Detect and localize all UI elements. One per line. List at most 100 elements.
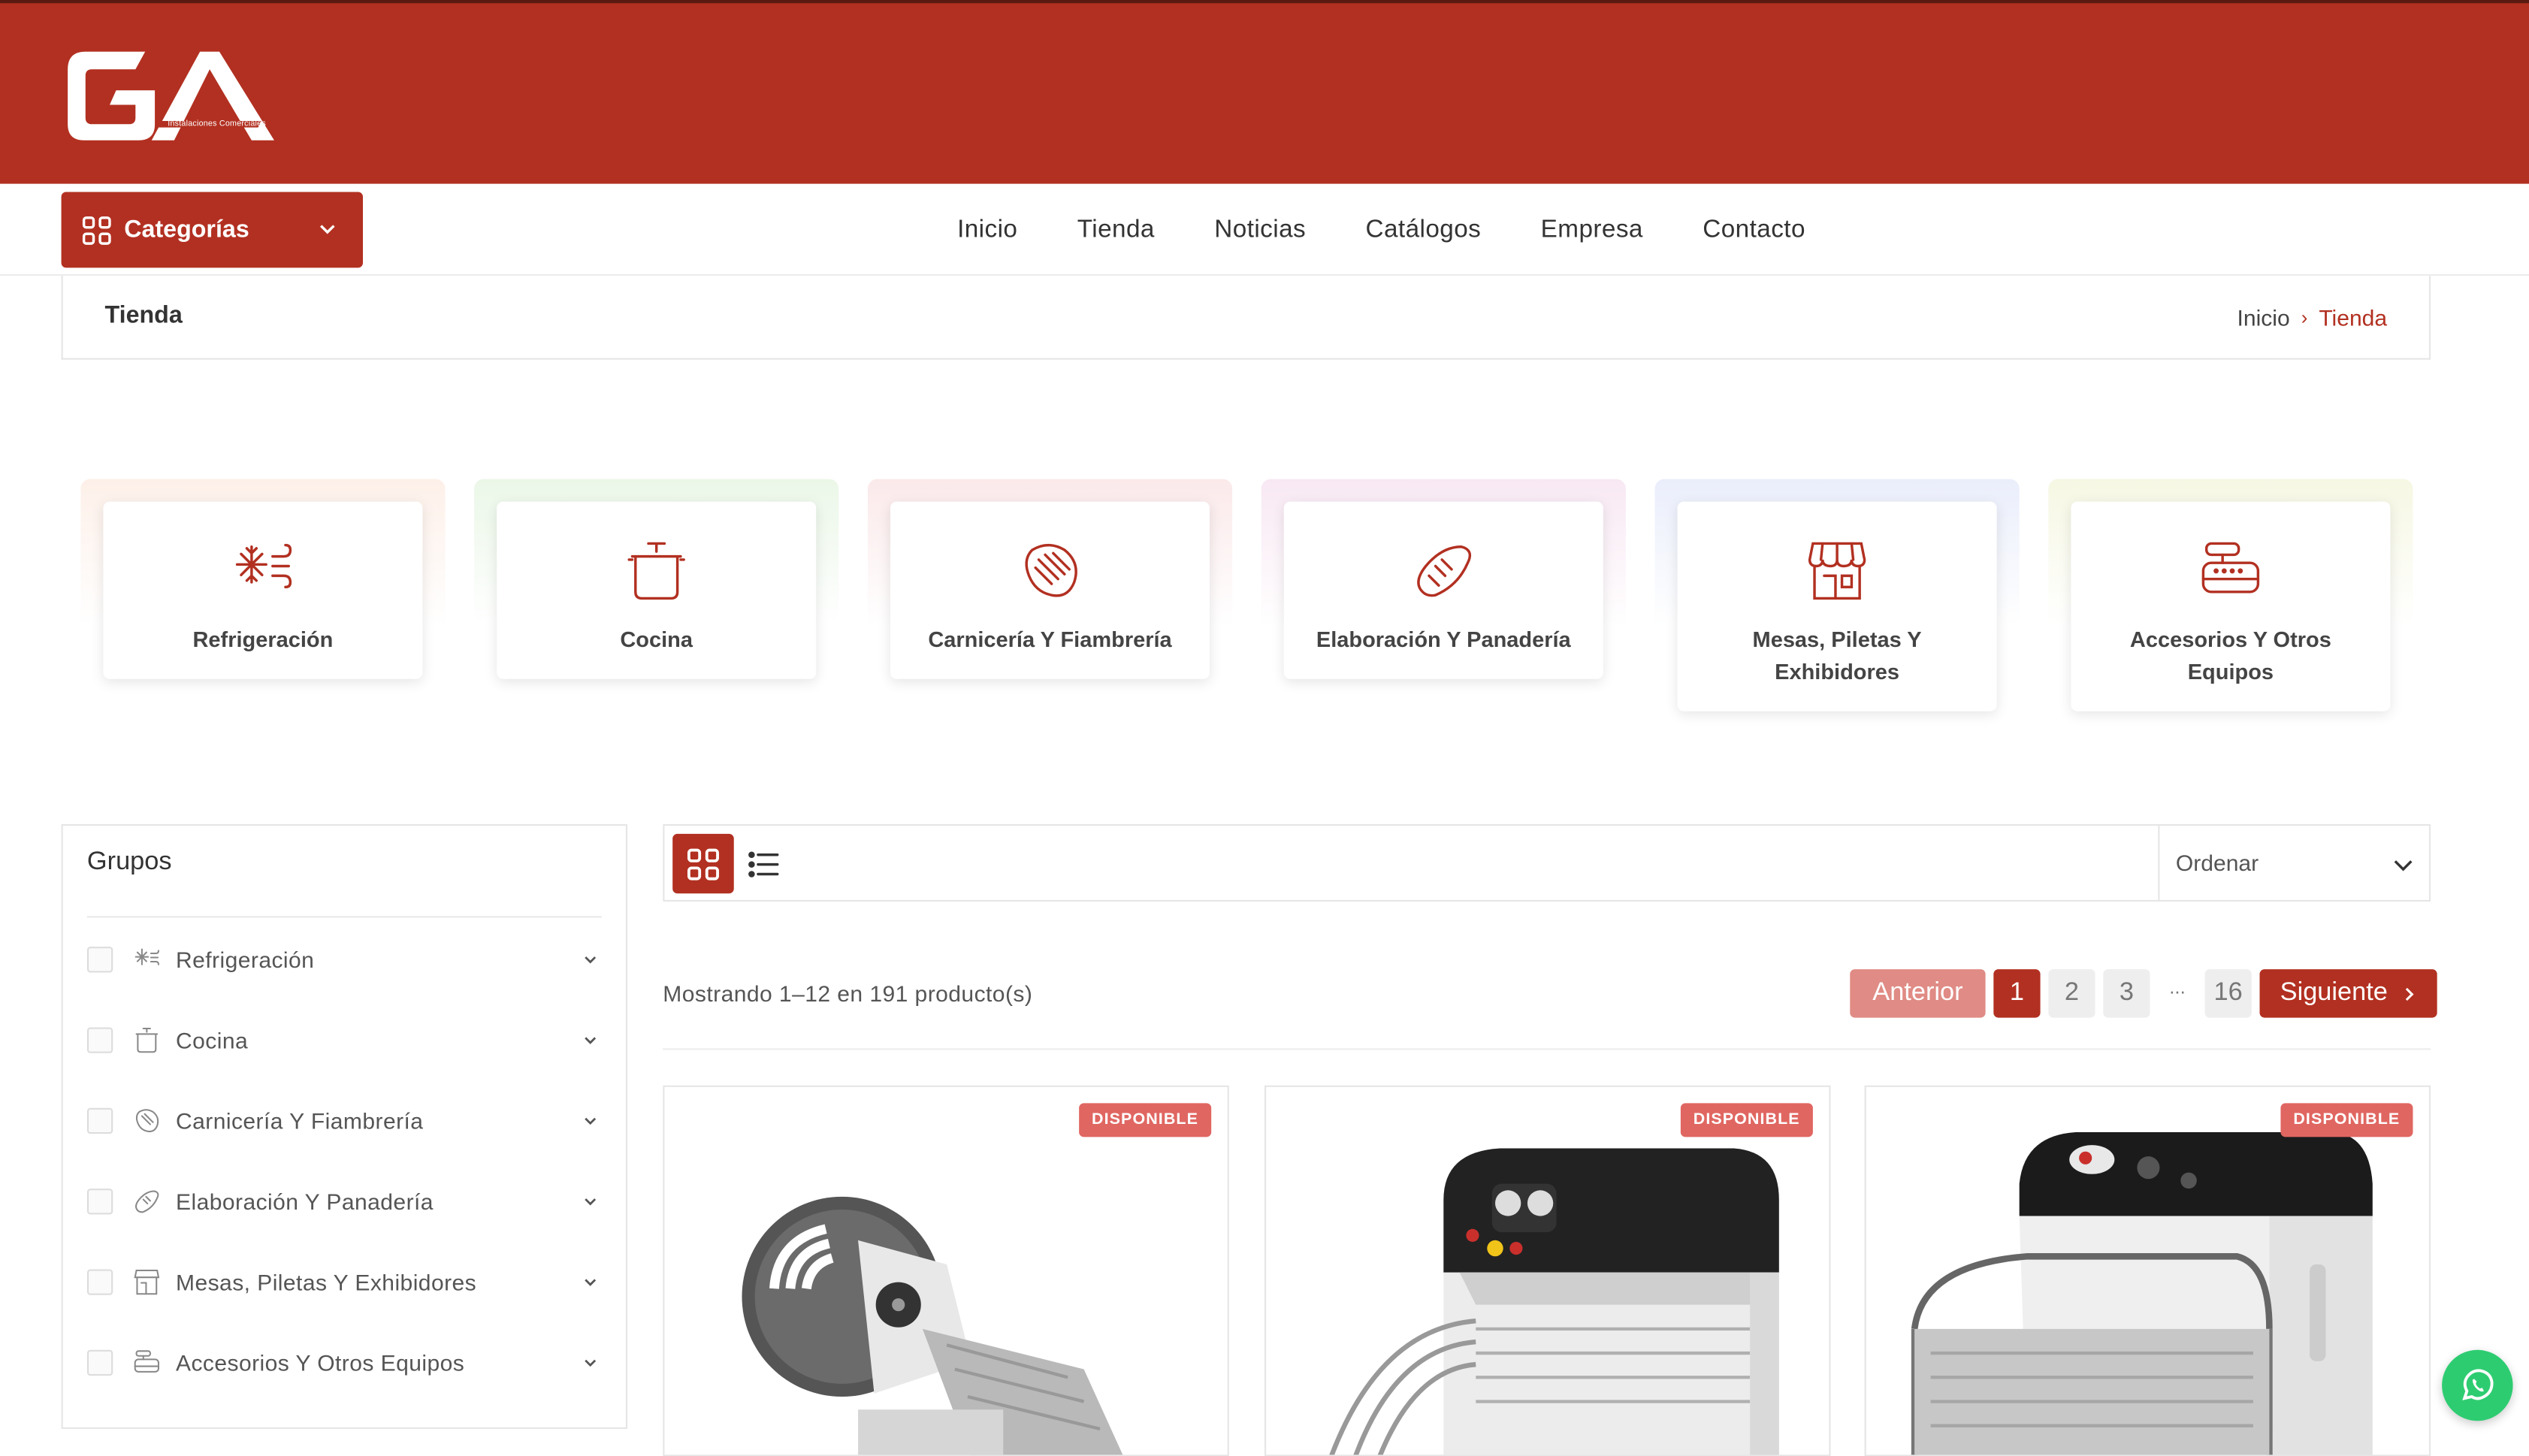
snowflake-icon <box>235 543 292 589</box>
products-toolbar: Ordenar <box>663 823 2431 902</box>
sidebar-item-refrigeracion[interactable]: Refrigeración <box>86 935 602 983</box>
availability-badge: DISPONIBLE <box>1078 1103 1212 1137</box>
nav-noticias[interactable]: Noticias <box>1214 216 1306 245</box>
product-card[interactable]: DISPONIBLE <box>663 1085 1229 1456</box>
product-image[interactable] <box>664 1087 1228 1456</box>
chevron-down-icon[interactable] <box>582 1274 598 1290</box>
whatsapp-icon <box>2462 1369 2494 1400</box>
bread-icon <box>1417 545 1472 597</box>
nav-catalogos[interactable]: Catálogos <box>1366 216 1482 245</box>
breadcrumb-bar: Tienda Inicio › Tienda <box>61 276 2431 360</box>
page-1-button[interactable]: 1 <box>1993 969 2041 1018</box>
sidebar-item-mesas[interactable]: Mesas, Piletas Y Exhibidores <box>86 1258 602 1306</box>
chevron-down-icon[interactable] <box>582 1355 598 1370</box>
chevron-down-icon <box>2394 860 2413 871</box>
sidebar-item-label: Refrigeración <box>175 947 315 973</box>
sidebar-item-label: Carnicería Y Fiambrería <box>175 1107 424 1134</box>
checkbox[interactable] <box>86 947 113 973</box>
sidebar-item-label: Mesas, Piletas Y Exhibidores <box>175 1269 477 1295</box>
chevron-down-icon[interactable] <box>582 1032 598 1048</box>
category-card-panaderia[interactable]: Elaboración Y Panadería <box>1283 501 1603 679</box>
chevron-down-icon[interactable] <box>582 952 598 968</box>
category-tile-panaderia: Elaboración Y Panadería <box>1261 479 1626 724</box>
prev-page-button[interactable]: Anterior <box>1850 969 1986 1018</box>
sidebar-title: Grupos <box>86 848 172 876</box>
categories-button[interactable]: Categorías <box>61 192 364 268</box>
product-card[interactable]: DISPONIBLE <box>1864 1085 2431 1456</box>
sidebar-item-label: Cocina <box>175 1027 249 1053</box>
category-card-cocina[interactable]: Cocina <box>497 501 817 679</box>
main-nav: Categorías Inicio Tienda Noticias Catálo… <box>0 183 2529 276</box>
category-card-accesorios[interactable]: Accesorios Y Otros Equipos <box>2071 501 2391 711</box>
sidebar-item-carniceria[interactable]: Carnicería Y Fiambrería <box>86 1097 602 1145</box>
category-tile-refrigeracion: Refrigeración <box>80 479 446 724</box>
sidebar-groups: Grupos Refrigeración Cocina Carnicería Y… <box>61 823 628 1429</box>
page-2-button[interactable]: 2 <box>2048 969 2095 1018</box>
sidebar-item-label: Elaboración Y Panadería <box>175 1189 434 1215</box>
results-summary: Mostrando 1–12 en 191 producto(s) <box>663 980 1033 1007</box>
availability-badge: DISPONIBLE <box>1680 1103 1813 1137</box>
category-label: Refrigeración <box>192 627 334 652</box>
nav-empresa[interactable]: Empresa <box>1541 216 1643 245</box>
category-card-mesas[interactable]: Mesas, Piletas Y Exhibidores <box>1677 501 1997 711</box>
brand-tagline: Instalaciones Comerciales <box>168 119 266 129</box>
category-label: Mesas, Piletas Y Exhibidores <box>1752 627 1922 684</box>
checkbox[interactable] <box>86 1027 113 1053</box>
product-image[interactable] <box>1866 1087 2431 1456</box>
nav-tienda[interactable]: Tienda <box>1077 216 1155 245</box>
breadcrumb-home[interactable]: Inicio <box>2237 305 2290 331</box>
grid-view-button[interactable] <box>672 833 734 894</box>
page-title: Tienda <box>104 301 183 329</box>
steak-icon <box>135 1109 159 1133</box>
product-image[interactable] <box>1266 1087 1830 1456</box>
checkbox[interactable] <box>86 1189 113 1215</box>
grid-icon <box>82 216 111 244</box>
chevron-down-icon[interactable] <box>582 1113 598 1128</box>
pot-icon <box>135 1027 159 1053</box>
product-card[interactable]: DISPONIBLE <box>1264 1085 1831 1456</box>
checkbox[interactable] <box>86 1349 113 1376</box>
divider <box>86 916 602 918</box>
nav-menu: Inicio Tienda Noticias Catálogos Empresa… <box>927 184 1835 276</box>
scale-icon <box>2201 542 2260 594</box>
categories-label: Categorías <box>124 216 249 244</box>
scale-icon <box>134 1350 160 1373</box>
category-tile-carniceria: Carnicería Y Fiambrería <box>867 479 1233 724</box>
page-16-button[interactable]: 16 <box>2204 969 2252 1018</box>
category-card-carniceria[interactable]: Carnicería Y Fiambrería <box>890 501 1210 679</box>
sidebar-item-label: Accesorios Y Otros Equipos <box>175 1349 465 1376</box>
whatsapp-button[interactable] <box>2442 1349 2513 1421</box>
next-page-label: Siguiente <box>2280 979 2388 1007</box>
list-view-icon[interactable] <box>745 847 781 882</box>
category-card-refrigeracion[interactable]: Refrigeración <box>103 501 423 679</box>
availability-badge: DISPONIBLE <box>2280 1103 2413 1137</box>
checkbox[interactable] <box>86 1269 113 1295</box>
snowflake-icon <box>134 948 160 965</box>
store-icon <box>134 1269 160 1295</box>
nav-inicio[interactable]: Inicio <box>957 216 1017 245</box>
page-3-button[interactable]: 3 <box>2103 969 2150 1018</box>
sidebar-item-cocina[interactable]: Cocina <box>86 1016 602 1064</box>
checkbox[interactable] <box>86 1107 113 1134</box>
pagination-ellipsis: ... <box>2169 975 2186 998</box>
breadcrumb-separator: › <box>2301 306 2308 329</box>
site-header: Instalaciones Comerciales <box>0 0 2529 184</box>
sort-select[interactable]: Ordenar <box>2158 826 2431 900</box>
steak-icon <box>1025 543 1077 597</box>
pagination: Anterior 1 2 3 ... 16 Siguiente <box>1850 969 2437 1018</box>
category-label: Elaboración Y Panadería <box>1316 627 1571 652</box>
nav-contacto[interactable]: Contacto <box>1703 216 1805 245</box>
divider <box>663 1048 2431 1050</box>
grid-icon <box>687 847 719 880</box>
chevron-down-icon[interactable] <box>582 1194 598 1210</box>
sidebar-item-accesorios[interactable]: Accesorios Y Otros Equipos <box>86 1339 602 1387</box>
breadcrumb-current: Tienda <box>2319 304 2388 331</box>
sort-label: Ordenar <box>2175 850 2259 876</box>
category-label: Accesorios Y Otros Equipos <box>2129 627 2331 684</box>
next-page-button[interactable]: Siguiente <box>2259 969 2437 1018</box>
category-tile-mesas: Mesas, Piletas Y Exhibidores <box>1654 479 2020 724</box>
breadcrumb: Inicio › Tienda <box>2237 305 2388 331</box>
category-label: Carnicería Y Fiambrería <box>928 627 1172 652</box>
chevron-right-icon <box>2406 986 2415 1000</box>
sidebar-item-panaderia[interactable]: Elaboración Y Panadería <box>86 1177 602 1225</box>
